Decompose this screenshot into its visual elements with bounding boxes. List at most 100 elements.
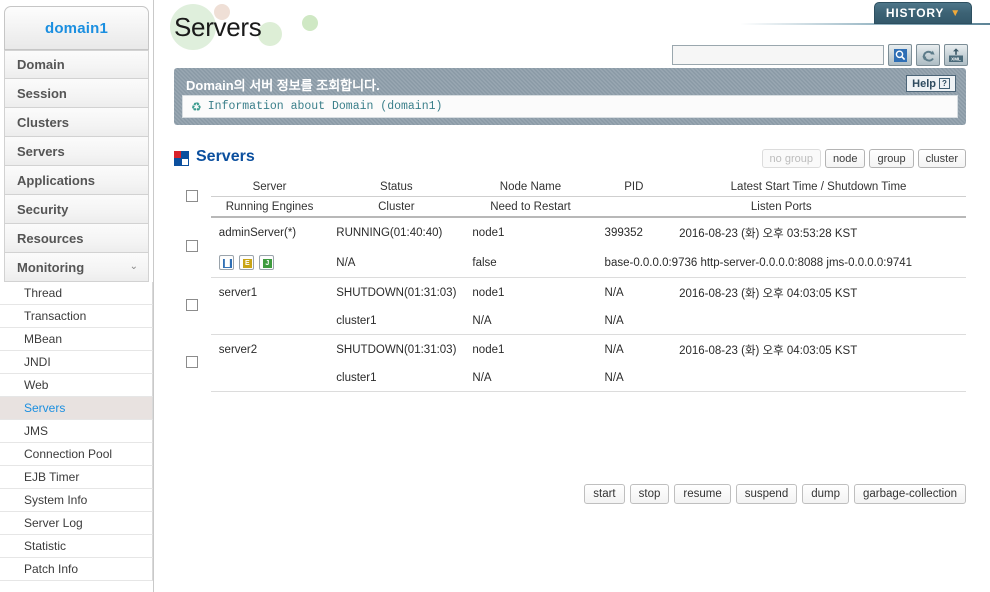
sidebar-subitem-mbean[interactable]: MBean [0, 328, 153, 351]
cell-running-engines [210, 365, 329, 392]
action-stop[interactable]: stop [629, 484, 670, 504]
main-content: Servers HISTORY ▼ XML Domain의 서버 정보를 조회합… [154, 0, 990, 592]
table-row[interactable]: server1 SHUTDOWN(01:31:03) node1 N/A 2016-08… [174, 278, 966, 311]
app-root: domain1 Domain Session Clusters Servers Appl… [0, 0, 990, 592]
sidebar-subitem-label: JMS [24, 424, 48, 438]
row-select-cell [174, 278, 211, 335]
domain-selector[interactable]: domain1 [4, 6, 149, 50]
sidebar-subitem-system-info[interactable]: System Info [0, 489, 153, 512]
history-button[interactable]: HISTORY ▼ [874, 2, 972, 24]
group-filter-cluster[interactable]: cluster [917, 149, 966, 168]
web-engine-icon[interactable]: █ [218, 255, 234, 270]
select-all-cell [174, 177, 211, 217]
cell-listen-ports: N/A [596, 365, 966, 392]
banner-title: Domain의 서버 정보를 조회합니다. [186, 78, 380, 93]
cell-listen-ports: base-0.0.0.0:9736 http-server-0.0.0.0:80… [596, 248, 966, 278]
jms-engine-icon[interactable]: J [258, 255, 274, 270]
sidebar-item-session[interactable]: Session [4, 79, 149, 108]
action-dump[interactable]: dump [802, 484, 850, 504]
table-row-secondary[interactable]: █ E J N/A false base-0.0.0.0:9736 http-server… [174, 248, 966, 278]
servers-table: Server Status Node Name PID Latest Start Tim… [174, 177, 966, 392]
sidebar-item-monitoring[interactable]: Monitoring ⌄ [4, 253, 149, 282]
history-label: HISTORY [885, 6, 945, 20]
sidebar-subitem-web[interactable]: Web [0, 374, 153, 397]
col-header-pid: PID [596, 177, 672, 197]
action-resume[interactable]: resume [674, 484, 731, 504]
banner-info-row: ♻ Information about Domain (domain1) [182, 95, 958, 118]
sidebar-subitem-jms[interactable]: JMS [0, 420, 153, 443]
cell-pid: N/A [604, 287, 624, 299]
row-checkbox[interactable] [186, 298, 199, 311]
col-header-node-name: Node Name [464, 177, 597, 197]
page-title: Servers [174, 12, 262, 42]
ejb-engine-icon[interactable]: E [238, 255, 254, 270]
cell-pid: N/A [604, 344, 624, 356]
sidebar-subitem-thread[interactable]: Thread [0, 282, 153, 305]
cell-status: SHUTDOWN(01:31:03) [336, 344, 457, 356]
col-header-running-engines: Running Engines [210, 196, 329, 218]
search-icon[interactable] [888, 44, 912, 66]
sidebar-subitem-label: Patch Info [24, 562, 79, 576]
engine-letter: E [242, 259, 252, 268]
action-start[interactable]: start [584, 484, 625, 504]
row-select-cell [174, 217, 211, 278]
sidebar: domain1 Domain Session Clusters Servers Appl… [0, 0, 154, 592]
cell-status: SHUTDOWN(01:31:03) [336, 287, 457, 299]
group-filter-node[interactable]: node [824, 149, 866, 168]
table-row[interactable]: server2 SHUTDOWN(01:31:03) node1 N/A 2016-08… [174, 335, 966, 368]
cell-server: server2 [218, 344, 258, 356]
table-row-secondary[interactable]: cluster1 N/A N/A [174, 308, 966, 335]
section-header: Servers no group node group cluster [174, 148, 966, 172]
sidebar-item-label: Security [17, 201, 69, 217]
col-header-listen-ports: Listen Ports [596, 196, 966, 218]
sidebar-subitem-statistic[interactable]: Statistic [0, 535, 153, 558]
sidebar-item-security[interactable]: Security [4, 195, 149, 224]
refresh-cycle-icon: ♻ [191, 99, 202, 114]
sidebar-subitem-server-log[interactable]: Server Log [0, 512, 153, 535]
action-garbage-collection[interactable]: garbage-collection [854, 484, 966, 504]
servers-logo-icon [174, 151, 189, 166]
table-header-row-2: Running Engines Cluster Need to Restart Lis… [174, 196, 966, 218]
cell-server: server1 [218, 287, 258, 299]
select-all-checkbox[interactable] [186, 190, 199, 202]
cell-status: RUNNING(01:40:40) [336, 227, 443, 239]
sidebar-subitem-label: Servers [24, 401, 66, 415]
action-suspend[interactable]: suspend [735, 484, 798, 504]
sidebar-subitem-jndi[interactable]: JNDI [0, 351, 153, 374]
sidebar-subitem-label: Server Log [24, 516, 83, 530]
sidebar-sub-nav: Thread Transaction MBean JNDI Web Servers JMS C… [0, 282, 153, 581]
row-select-cell [174, 335, 211, 392]
cell-need-to-restart: false [464, 248, 597, 278]
servers-table-wrap: Server Status Node Name PID Latest Start Tim… [174, 177, 966, 392]
cell-node-name: node1 [472, 344, 505, 356]
sidebar-subitem-connection-pool[interactable]: Connection Pool [0, 443, 153, 466]
help-button[interactable]: Help ? [906, 75, 956, 92]
sidebar-item-resources[interactable]: Resources [4, 224, 149, 253]
cell-need-to-restart: N/A [464, 365, 597, 392]
table-row[interactable]: adminServer(*) RUNNING(01:40:40) node1 3993… [174, 217, 966, 252]
table-row-secondary[interactable]: cluster1 N/A N/A [174, 365, 966, 392]
sidebar-subitem-patch-info[interactable]: Patch Info [0, 558, 153, 581]
sidebar-item-clusters[interactable]: Clusters [4, 108, 149, 137]
refresh-icon[interactable] [916, 44, 940, 66]
cell-latest-time: 2016-08-23 (화) 오후 04:03:05 KST [679, 345, 858, 357]
sidebar-subitem-ejb-timer[interactable]: EJB Timer [0, 466, 153, 489]
xml-export-icon[interactable]: XML [944, 44, 968, 66]
cell-cluster: cluster1 [328, 308, 465, 335]
row-checkbox[interactable] [186, 355, 199, 368]
search-input[interactable] [672, 45, 884, 65]
engine-icon-group: █ E J [218, 255, 320, 270]
sidebar-subitem-label: EJB Timer [24, 470, 80, 484]
sidebar-subitem-label: Connection Pool [24, 447, 113, 461]
decor-circle-icon [258, 22, 282, 46]
sidebar-item-applications[interactable]: Applications [4, 166, 149, 195]
group-filter-group[interactable]: group [869, 149, 914, 168]
sidebar-item-domain[interactable]: Domain [4, 50, 149, 79]
sidebar-subitem-transaction[interactable]: Transaction [0, 305, 153, 328]
sidebar-subitem-label: Web [24, 378, 49, 392]
sidebar-subitem-servers[interactable]: Servers [0, 397, 153, 420]
sidebar-item-servers[interactable]: Servers [4, 137, 149, 166]
row-checkbox[interactable] [186, 239, 199, 252]
col-header-need-to-restart: Need to Restart [464, 196, 597, 218]
sidebar-subitem-label: JNDI [24, 355, 51, 369]
